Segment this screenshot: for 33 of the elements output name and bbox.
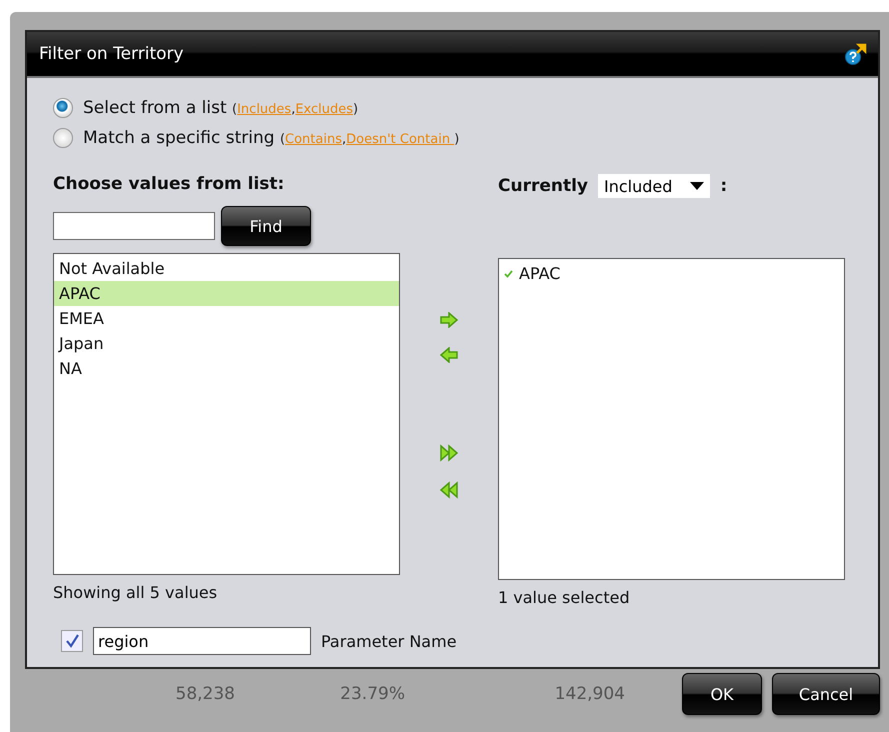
colon-label: : xyxy=(720,176,728,196)
ok-button[interactable]: OK xyxy=(682,673,762,715)
double-arrow-left-icon[interactable] xyxy=(439,481,459,499)
dialog-title: Filter on Territory xyxy=(39,44,184,64)
help-icon[interactable] xyxy=(844,42,868,66)
radio-label: Match a specific string (Contains,Doesn't Contain ) xyxy=(83,128,460,148)
caret-icon xyxy=(690,182,704,190)
selection-status: 1 value selected xyxy=(498,588,631,607)
double-arrow-right-icon[interactable] xyxy=(439,444,459,462)
table-cell-text: 58,238 xyxy=(174,684,235,704)
checkbox[interactable] xyxy=(61,630,83,652)
radio-button[interactable] xyxy=(53,98,73,118)
list-status: Showing all 5 values xyxy=(53,583,218,602)
list-item[interactable]: APAC xyxy=(519,261,560,286)
list-heading: Choose values from list: xyxy=(53,174,286,194)
arrow-left-icon[interactable] xyxy=(439,347,459,363)
parameter-field[interactable]: region xyxy=(93,627,311,655)
radio-label: Select from a list (Includes,Excludes) xyxy=(83,98,358,118)
list-item[interactable]: APAC xyxy=(54,281,399,306)
arrow-right-icon[interactable] xyxy=(439,312,459,328)
list-item[interactable]: NA xyxy=(54,356,399,381)
find-button[interactable]: Find xyxy=(221,206,311,246)
mode-dropdown[interactable]: Included xyxy=(598,174,710,198)
list-item[interactable]: EMEA xyxy=(54,306,399,331)
cancel-button[interactable]: Cancel xyxy=(772,673,880,715)
table-cell-text: 23.79% xyxy=(339,684,405,704)
radio-button[interactable] xyxy=(53,128,73,148)
parameter-label: Parameter Name xyxy=(321,632,457,650)
list-heading: Currently xyxy=(498,176,588,196)
list-item[interactable]: Not Available xyxy=(54,256,399,281)
table-cell-text: 142,904 xyxy=(554,684,625,704)
list-item[interactable]: Japan xyxy=(54,331,399,356)
search-field[interactable] xyxy=(53,212,215,240)
